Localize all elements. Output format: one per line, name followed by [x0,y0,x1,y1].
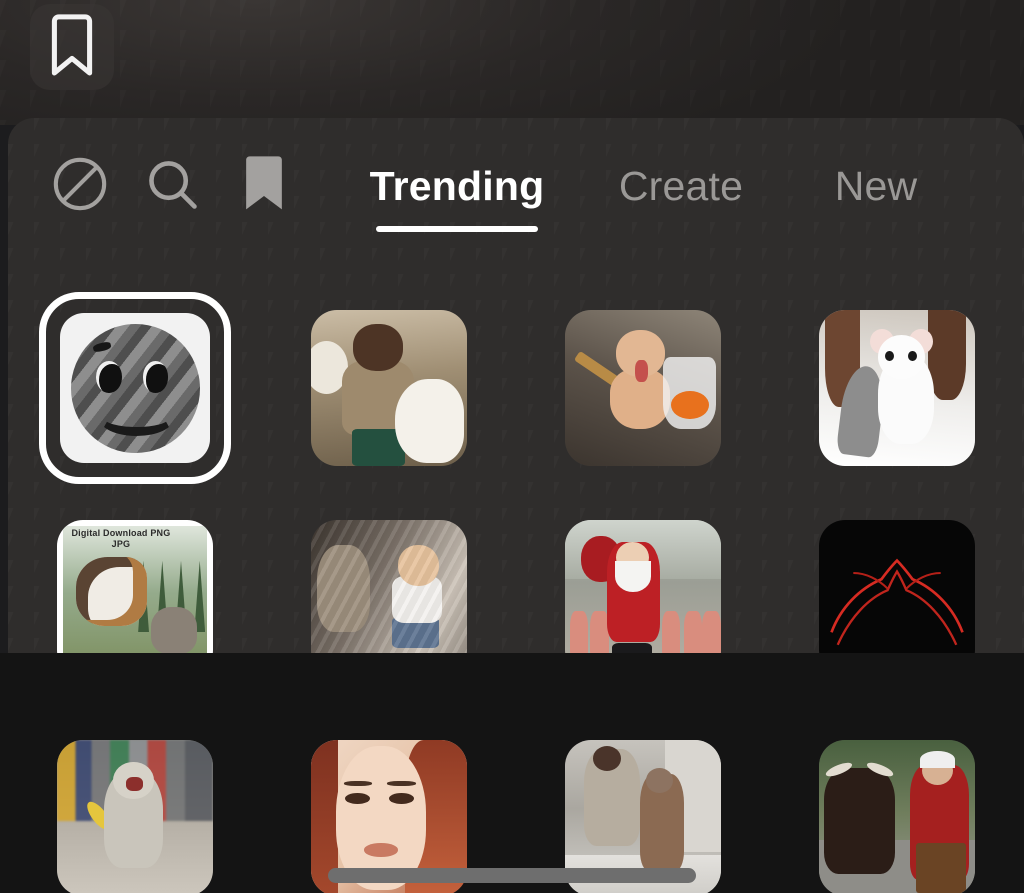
sticker-picker-screen: Trending Create New Digital Download PNG… [0,0,1024,893]
bookmark-filled-icon [241,155,287,218]
sticker-thumb [57,740,213,893]
tab-create[interactable]: Create [566,118,796,255]
home-indicator[interactable] [328,868,696,883]
sticker-item-s3[interactable] [516,283,770,493]
sticker-thumb [311,310,467,466]
sticker-item-s4[interactable] [770,283,1024,493]
sticker-item-s10-visible[interactable] [262,713,516,893]
bookmark-icon [45,14,99,80]
tab-saved[interactable] [218,118,310,255]
tab-no-stickers[interactable] [34,118,126,255]
sticker-item-s1[interactable] [8,283,262,493]
sticker-row [8,713,1024,893]
tab-trending-label: Trending [369,163,545,209]
sticker-thumb [60,313,210,463]
tab-trending[interactable]: Trending [348,118,566,255]
search-icon [143,155,201,218]
tab-new-label: New [834,163,918,209]
photo-backdrop [0,0,1024,125]
prohibited-icon [51,155,109,218]
active-tab-underline [376,226,538,232]
tab-create-label: Create [618,163,744,209]
sticker-item-s9-visible[interactable] [8,713,262,893]
sticker-item-s2[interactable] [262,283,516,493]
sticker-item-s12-visible[interactable] [770,713,1024,893]
tab-search[interactable] [126,118,218,255]
save-button[interactable] [30,4,114,90]
sticker-thumb [565,310,721,466]
tab-bar: Trending Create New [8,118,1024,255]
sticker-thumb [819,740,975,893]
tab-new[interactable]: New [796,118,956,255]
sticker-item-s11-visible[interactable] [516,713,770,893]
lower-grid-region[interactable] [8,653,1024,893]
sticker-thumb [819,310,975,466]
sticker-caption: Digital Download PNG JPG [71,527,171,550]
sticker-row [8,283,1024,493]
